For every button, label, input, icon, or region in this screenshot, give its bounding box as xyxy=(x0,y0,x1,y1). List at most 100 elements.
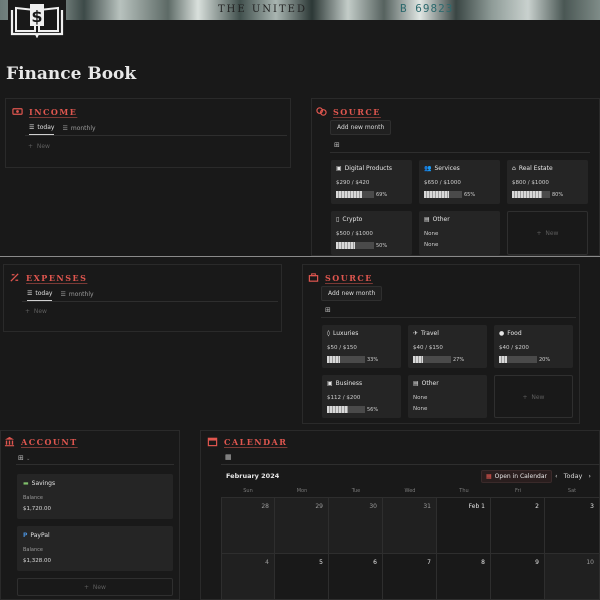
source-card-luxuries[interactable]: ◊ Luxuries $50 / $150 33% xyxy=(322,325,401,368)
tab-monthly[interactable]: ☰ monthly xyxy=(60,291,93,301)
income-tabs: ☰ today ☰ monthly xyxy=(29,124,96,135)
money-book-icon: $ xyxy=(8,0,66,38)
day-number: 28 xyxy=(261,503,269,510)
card-amount: $50 / $150 xyxy=(327,345,357,351)
source-card-other[interactable]: ▤ Other None None xyxy=(408,375,487,418)
card-percent: 20% xyxy=(539,357,551,363)
source-card-travel[interactable]: ✈ Travel $40 / $150 27% xyxy=(408,325,487,368)
bank-icon xyxy=(4,436,15,447)
today-button[interactable]: Today xyxy=(564,472,583,480)
progress-bar xyxy=(413,356,451,363)
new-card-label: + New xyxy=(536,230,559,237)
source-card-business[interactable]: ▣ Business $112 / $200 56% xyxy=(322,375,401,418)
progress-fill xyxy=(424,191,449,198)
people-icon: 👥 xyxy=(424,165,432,172)
card-title: P PayPal xyxy=(23,532,50,539)
calendar-day[interactable]: 4 xyxy=(221,554,275,600)
card-title-text: PayPal xyxy=(30,532,50,539)
money-icon xyxy=(12,108,23,115)
card-title: ⌂ Real Estate xyxy=(512,165,553,172)
card-amount: $290 / $420 xyxy=(336,180,370,186)
card-amount: $800 / $1000 xyxy=(512,180,549,186)
calendar-day[interactable]: 2 xyxy=(491,498,545,554)
card-percent: 65% xyxy=(464,192,476,198)
calendar-day[interactable]: 3 xyxy=(545,498,600,554)
progress-bar xyxy=(327,406,365,413)
day-number: 6 xyxy=(373,559,377,566)
calendar-view-icon[interactable]: ▦ xyxy=(225,453,232,461)
calendar-day[interactable]: 28 xyxy=(221,498,275,554)
gallery-view-toggle[interactable]: ⊞ ⌄ xyxy=(18,454,30,462)
phone-icon: ▯ xyxy=(336,216,340,223)
source-card-digital-products[interactable]: ▣ Digital Products $290 / $420 69% xyxy=(331,160,412,204)
card-title: 👥 Services xyxy=(424,165,460,172)
new-card-button[interactable]: + New xyxy=(507,211,588,255)
calendar-day[interactable]: 6 xyxy=(329,554,383,600)
new-label: New xyxy=(545,230,559,237)
banner-text: THE UNITED xyxy=(218,4,307,15)
gallery-icon[interactable]: ⊞ xyxy=(325,306,331,314)
add-new-month-button[interactable]: Add new month xyxy=(321,286,383,301)
calendar-day[interactable]: 31 xyxy=(383,498,437,554)
source-card-crypto[interactable]: ▯ Crypto $500 / $1000 50% xyxy=(331,211,412,255)
calendar-day[interactable]: 10 xyxy=(545,554,600,600)
account-card-savings[interactable]: ▬ Savings Balance $1,720.00 xyxy=(17,474,173,519)
progress-fill xyxy=(327,406,349,413)
chevron-left-icon[interactable]: ‹ xyxy=(555,472,558,480)
calendar-day[interactable]: Feb 1 xyxy=(437,498,491,554)
source-title: SOURCE xyxy=(333,106,381,117)
divider xyxy=(22,301,278,302)
account-card-paypal[interactable]: P PayPal Balance $1,328.00 xyxy=(17,526,173,571)
balance-value: $1,328.00 xyxy=(23,558,51,564)
source-card-real-estate[interactable]: ⌂ Real Estate $800 / $1000 80% xyxy=(507,160,588,204)
expenses-new-row[interactable]: + New xyxy=(25,308,47,315)
progress-fill xyxy=(512,191,543,198)
card-title: ● Food xyxy=(499,330,522,337)
card-line: None xyxy=(413,406,428,412)
card-title: ▣ Business xyxy=(327,380,362,387)
card-title-text: Crypto xyxy=(342,216,363,223)
day-number: 5 xyxy=(319,559,323,566)
calendar-day[interactable]: 29 xyxy=(275,498,329,554)
source-card-other[interactable]: ▤ Other None None xyxy=(419,211,500,255)
progress-bar xyxy=(336,191,374,198)
divider xyxy=(16,464,174,465)
day-number: 10 xyxy=(586,559,594,566)
income-new-row[interactable]: + New xyxy=(28,143,50,150)
banner-serial: B 69823 xyxy=(400,2,454,15)
new-account-button[interactable]: + New xyxy=(17,578,173,596)
card-title-text: Real Estate xyxy=(518,165,553,172)
list-icon: ☰ xyxy=(62,124,68,132)
tab-monthly[interactable]: ☰ monthly xyxy=(62,125,95,135)
source-card-services[interactable]: 👥 Services $650 / $1000 65% xyxy=(419,160,500,204)
card-title: ▬ Savings xyxy=(23,480,55,487)
income-title: INCOME xyxy=(29,106,78,117)
list-icon: ☰ xyxy=(60,290,66,298)
calendar-day[interactable]: 8 xyxy=(437,554,491,600)
trash-icon: ▤ xyxy=(413,380,419,387)
chevron-right-icon[interactable]: › xyxy=(588,472,591,480)
weekday-label: Thu xyxy=(459,488,469,494)
source-icon xyxy=(316,107,327,116)
card-title-text: Services xyxy=(434,165,460,172)
new-card-label: + New xyxy=(84,584,106,591)
tab-today[interactable]: ☰ today xyxy=(29,124,55,135)
progress-fill xyxy=(336,191,363,198)
new-card-button[interactable]: + New xyxy=(494,375,573,418)
calendar-day[interactable]: 7 xyxy=(383,554,437,600)
source-card-food[interactable]: ● Food $40 / $200 20% xyxy=(494,325,573,368)
calendar-day[interactable]: 9 xyxy=(491,554,545,600)
day-number: 8 xyxy=(481,559,485,566)
calendar-day[interactable]: 5 xyxy=(275,554,329,600)
tab-today[interactable]: ☰ today xyxy=(27,290,53,301)
progress-fill xyxy=(499,356,507,363)
progress-bar xyxy=(327,356,365,363)
open-in-calendar-button[interactable]: ▦ Open in Calendar xyxy=(481,470,552,483)
gallery-icon[interactable]: ⊞ xyxy=(334,141,340,149)
calendar-day[interactable]: 30 xyxy=(329,498,383,554)
add-new-month-button[interactable]: Add new month xyxy=(330,120,392,135)
cart-icon: ▣ xyxy=(336,165,342,172)
card-title-text: Luxuries xyxy=(332,330,359,337)
expenses-header: EXPENSES xyxy=(9,272,87,283)
open-label: Open in Calendar xyxy=(494,473,547,480)
